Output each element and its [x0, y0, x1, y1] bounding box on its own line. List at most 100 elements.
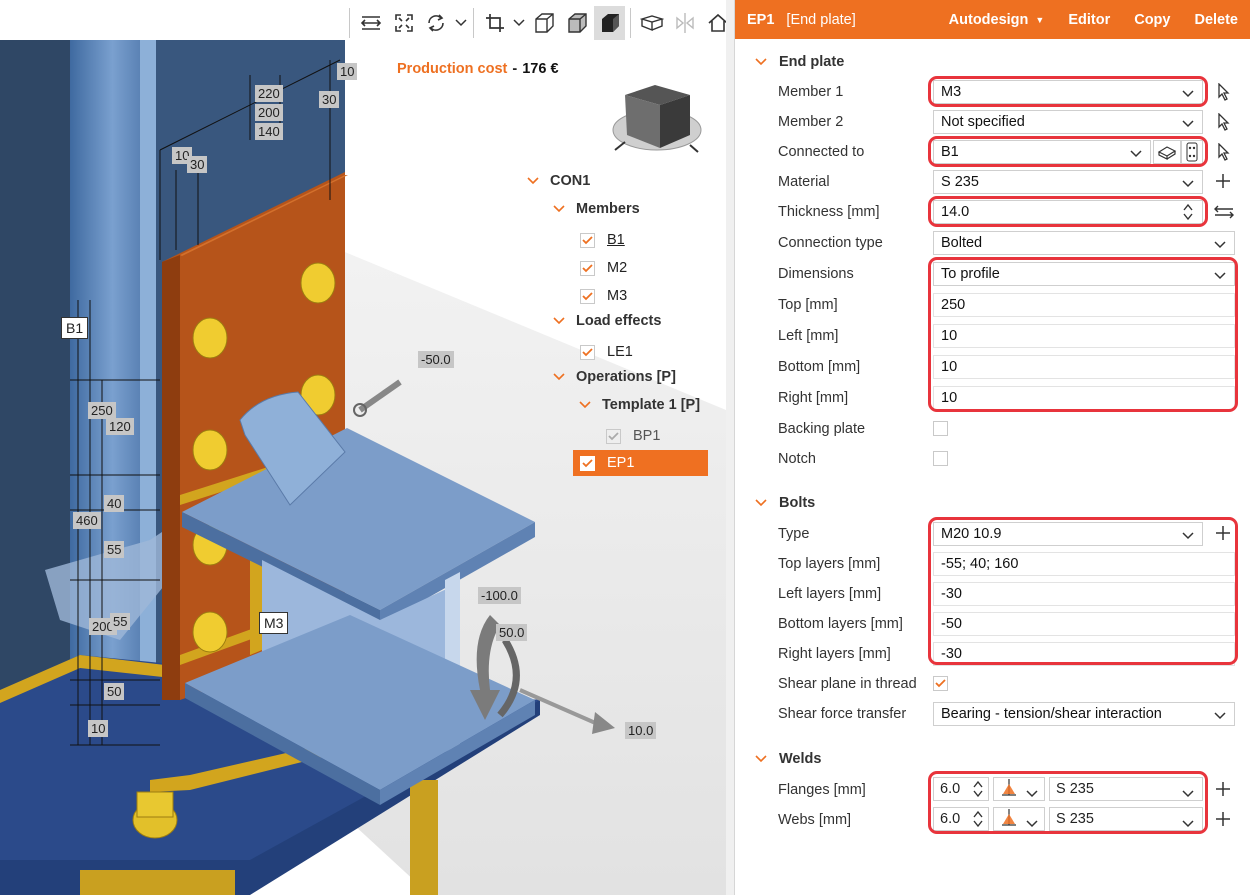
section-end-plate[interactable]: End plate [755, 51, 844, 73]
load-label: 10.0 [625, 722, 657, 739]
chevron-down-icon[interactable] [454, 6, 468, 40]
member2-select[interactable]: Not specified [933, 110, 1203, 134]
mirror-icon[interactable] [669, 6, 700, 40]
production-cost: Production cost -176 € [397, 61, 559, 77]
chevron-down-icon [1182, 116, 1194, 132]
view-cube [612, 85, 702, 153]
checkbox-checked[interactable] [580, 232, 595, 248]
tree-item-operations[interactable]: Operations [P] [552, 364, 676, 390]
chevron-down-icon [1182, 176, 1194, 192]
top-layers-input[interactable]: -55; 40; 160 [933, 552, 1235, 576]
flanges-size-spinner[interactable]: 6.0 [933, 777, 989, 801]
shear-transfer-select[interactable]: Bearing - tension/shear interaction [933, 702, 1235, 726]
pick-cursor-icon[interactable] [1215, 82, 1233, 102]
thickness-spinner[interactable]: 14.0 [933, 200, 1203, 224]
backing-plate-checkbox[interactable] [933, 421, 948, 436]
connection-type-select[interactable]: Bolted [933, 231, 1235, 255]
tree-item-le1[interactable]: LE1 [580, 339, 633, 365]
select-value: Bolted [941, 235, 983, 251]
tree-item-ep1[interactable]: EP1 [573, 450, 708, 476]
right-layers-input[interactable]: -30 [933, 642, 1235, 666]
home-icon[interactable] [702, 6, 726, 40]
section-bolts[interactable]: Bolts [755, 492, 815, 514]
copy-button[interactable]: Copy [1134, 12, 1170, 28]
delete-button[interactable]: Delete [1194, 12, 1238, 28]
bolt-grid-icon[interactable] [1181, 140, 1203, 164]
editor-button[interactable]: Editor [1068, 12, 1110, 28]
autodesign-button[interactable]: Autodesign ▼ [949, 12, 1045, 28]
chevron-down-icon[interactable] [552, 317, 566, 325]
tree-item-bp1[interactable]: BP1 [606, 423, 660, 449]
chevron-down-icon[interactable] [552, 373, 566, 381]
chevron-down-icon[interactable] [578, 401, 592, 409]
chevron-down-icon [1026, 816, 1038, 832]
splitter[interactable] [726, 0, 734, 895]
webs-material-select[interactable]: S 235 [1049, 807, 1203, 831]
swap-icon[interactable] [1212, 202, 1236, 222]
tree-item-template1[interactable]: Template 1 [P] [578, 392, 700, 418]
member1-select[interactable]: M3 [933, 80, 1203, 104]
flanges-material-select[interactable]: S 235 [1049, 777, 1203, 801]
spin-arrows-icon[interactable] [1182, 202, 1194, 226]
member-label-b1[interactable]: B1 [61, 317, 89, 339]
section-welds[interactable]: Welds [755, 748, 821, 770]
bottom-layers-input[interactable]: -50 [933, 612, 1235, 636]
top-input[interactable]: 250 [933, 293, 1235, 317]
pick-cursor-icon[interactable] [1215, 142, 1233, 162]
left-layers-input[interactable]: -30 [933, 582, 1235, 606]
fit-width-icon[interactable] [355, 6, 386, 40]
webs-size-spinner[interactable]: 6.0 [933, 807, 989, 831]
tree-item-m3[interactable]: M3 [580, 283, 627, 309]
chevron-down-icon[interactable] [755, 58, 767, 66]
tree-item-b1[interactable]: B1 [580, 227, 625, 253]
left-input[interactable]: 10 [933, 324, 1235, 348]
fit-extent-icon[interactable] [388, 6, 419, 40]
bottom-input[interactable]: 10 [933, 355, 1235, 379]
plus-icon[interactable] [1214, 779, 1232, 799]
right-input[interactable]: 10 [933, 386, 1235, 410]
spin-arrows-icon[interactable] [972, 809, 984, 833]
tree-item-members[interactable]: Members [552, 196, 640, 222]
tree-item-load-effects[interactable]: Load effects [552, 308, 661, 334]
webs-weld-type-select[interactable] [993, 807, 1045, 831]
solid-cube-icon[interactable] [594, 6, 625, 40]
3d-viewport[interactable]: Production cost -176 € CON1 Members B1 M2… [0, 0, 726, 895]
surface-icon[interactable] [1153, 140, 1181, 164]
checkbox-checked[interactable] [580, 344, 595, 360]
wireframe-cube-icon[interactable] [528, 6, 559, 40]
bottom-label: Bottom [mm] [778, 359, 861, 375]
dimensions-select[interactable]: To profile [933, 262, 1235, 286]
plus-icon[interactable] [1214, 809, 1232, 829]
select-value: Not specified [941, 114, 1025, 130]
chevron-down-icon[interactable] [552, 205, 566, 213]
checkbox-checked[interactable] [580, 288, 595, 304]
flanges-weld-type-select[interactable] [993, 777, 1045, 801]
notch-checkbox[interactable] [933, 451, 948, 466]
checkbox-checked[interactable] [580, 260, 595, 276]
chevron-down-icon[interactable] [755, 499, 767, 507]
checkbox-checked-disabled[interactable] [606, 428, 621, 444]
select-value: To profile [941, 266, 1000, 282]
pick-cursor-icon[interactable] [1215, 112, 1233, 132]
chevron-down-icon [1130, 146, 1142, 162]
section-view-icon[interactable] [636, 6, 667, 40]
connected-to-select[interactable]: B1 [933, 140, 1151, 164]
dimension-label: 460 [73, 512, 101, 529]
load-label: 50.0 [496, 624, 528, 641]
tree-item-m2[interactable]: M2 [580, 255, 627, 281]
plus-icon[interactable] [1214, 523, 1232, 543]
member-label-m3[interactable]: M3 [259, 612, 289, 634]
crop-icon[interactable] [479, 6, 510, 40]
chevron-down-icon[interactable] [526, 177, 540, 185]
shear-plane-checkbox[interactable] [933, 676, 948, 691]
spin-arrows-icon[interactable] [972, 779, 984, 803]
chevron-down-icon[interactable] [755, 755, 767, 763]
material-select[interactable]: S 235 [933, 170, 1203, 194]
plus-icon[interactable] [1214, 171, 1232, 191]
rotate-icon[interactable] [421, 6, 452, 40]
shaded-cube-icon[interactable] [561, 6, 592, 40]
chevron-down-icon[interactable] [512, 6, 526, 40]
bolt-type-select[interactable]: M20 10.9 [933, 522, 1203, 546]
tree-item-con1[interactable]: CON1 [526, 168, 590, 194]
checkbox-checked[interactable] [580, 455, 595, 471]
